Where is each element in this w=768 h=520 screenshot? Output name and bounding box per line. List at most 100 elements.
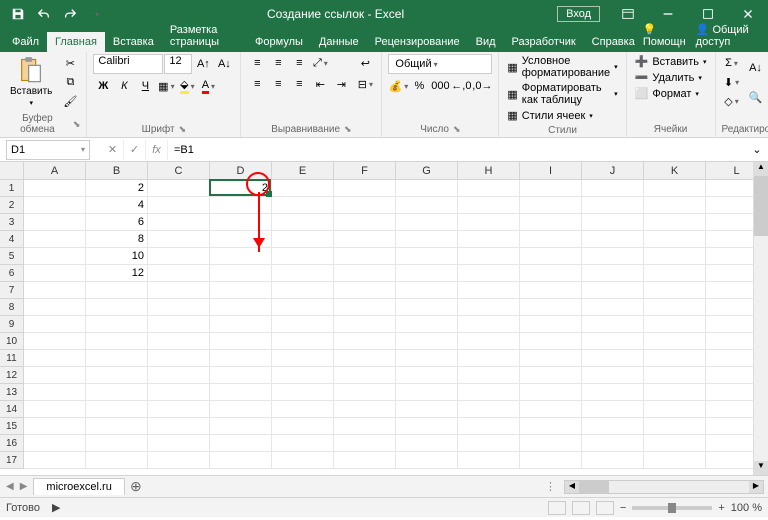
cell[interactable]: 10 [86, 248, 148, 265]
cell[interactable]: 2 [86, 180, 148, 197]
cell[interactable] [644, 333, 706, 350]
font-color-icon[interactable]: А [198, 77, 218, 95]
qat-customize-icon[interactable] [84, 2, 108, 26]
cell[interactable] [644, 180, 706, 197]
border-icon[interactable]: ▦ [156, 77, 176, 95]
cell[interactable] [582, 282, 644, 299]
cell[interactable] [334, 316, 396, 333]
cell[interactable] [644, 248, 706, 265]
scroll-right-icon[interactable]: ▶ [749, 481, 763, 493]
cell[interactable] [520, 384, 582, 401]
cell-styles-button[interactable]: ▦Стили ячеек▾ [505, 108, 619, 123]
cell[interactable] [86, 333, 148, 350]
insert-cells-button[interactable]: ➕Вставить▾ [633, 54, 709, 69]
scroll-thumb-vertical[interactable] [754, 176, 768, 236]
cell[interactable] [148, 265, 210, 282]
row-header[interactable]: 7 [0, 282, 24, 299]
row-header[interactable]: 11 [0, 350, 24, 367]
cell[interactable] [644, 197, 706, 214]
decrease-font-icon[interactable]: A↓ [214, 55, 234, 73]
name-box[interactable]: D1▾ [6, 140, 90, 160]
cell[interactable] [210, 350, 272, 367]
scroll-down-icon[interactable]: ▼ [754, 461, 768, 475]
row-header[interactable]: 9 [0, 316, 24, 333]
cell[interactable] [396, 367, 458, 384]
cell[interactable] [458, 197, 520, 214]
cell[interactable] [396, 282, 458, 299]
format-painter-icon[interactable]: 🖌 [60, 92, 80, 110]
paste-button[interactable]: Вставить ▾ [6, 54, 56, 109]
zoom-level[interactable]: 100 % [731, 502, 762, 514]
clear-icon[interactable]: ◇ [722, 92, 742, 110]
cell[interactable] [582, 401, 644, 418]
cell[interactable] [210, 282, 272, 299]
cell[interactable] [86, 299, 148, 316]
cell[interactable] [458, 384, 520, 401]
row-header[interactable]: 17 [0, 452, 24, 469]
cell[interactable] [644, 435, 706, 452]
font-name-select[interactable]: Calibri [93, 54, 163, 74]
cell[interactable] [148, 435, 210, 452]
cell[interactable] [334, 282, 396, 299]
cell[interactable] [86, 367, 148, 384]
cell[interactable] [334, 265, 396, 282]
merge-icon[interactable]: ⊟ [355, 75, 375, 93]
cell[interactable] [334, 350, 396, 367]
cell[interactable] [24, 316, 86, 333]
cell[interactable] [644, 350, 706, 367]
cell[interactable] [24, 333, 86, 350]
cell[interactable] [458, 418, 520, 435]
col-header[interactable]: E [272, 162, 334, 180]
comma-icon[interactable]: 000 [430, 77, 450, 95]
cell[interactable] [210, 435, 272, 452]
cell[interactable] [458, 452, 520, 469]
cell[interactable] [458, 350, 520, 367]
cell[interactable] [272, 452, 334, 469]
cell[interactable] [334, 248, 396, 265]
cell[interactable] [396, 214, 458, 231]
cell[interactable] [24, 367, 86, 384]
cell[interactable] [582, 197, 644, 214]
cell[interactable] [210, 214, 272, 231]
cell[interactable] [520, 282, 582, 299]
cell[interactable] [24, 214, 86, 231]
cell[interactable] [334, 367, 396, 384]
row-header[interactable]: 12 [0, 367, 24, 384]
find-select-icon[interactable]: 🔍 [746, 83, 766, 111]
row-header[interactable]: 14 [0, 401, 24, 418]
cell[interactable] [582, 231, 644, 248]
cell[interactable] [272, 265, 334, 282]
cell[interactable] [86, 418, 148, 435]
macro-record-icon[interactable]: ▶ [52, 501, 60, 514]
bold-icon[interactable]: Ж [93, 77, 113, 95]
row-header[interactable]: 3 [0, 214, 24, 231]
cell[interactable] [148, 401, 210, 418]
cell[interactable] [396, 231, 458, 248]
percent-icon[interactable]: % [409, 77, 429, 95]
cell[interactable] [210, 333, 272, 350]
cell[interactable] [24, 401, 86, 418]
align-center-icon[interactable]: ≡ [268, 75, 288, 93]
zoom-in-icon[interactable]: + [718, 502, 724, 514]
cell[interactable] [210, 418, 272, 435]
cell[interactable] [520, 333, 582, 350]
cell[interactable] [520, 180, 582, 197]
cell[interactable] [210, 367, 272, 384]
col-header[interactable]: F [334, 162, 396, 180]
row-header[interactable]: 10 [0, 333, 24, 350]
cell[interactable] [644, 282, 706, 299]
align-middle-icon[interactable]: ≡ [268, 54, 288, 72]
vertical-scrollbar[interactable]: ▲ ▼ [753, 162, 768, 475]
cell[interactable] [86, 316, 148, 333]
cell[interactable]: 2 [210, 180, 272, 197]
sheet-nav-next-icon[interactable]: ▶ [20, 481, 28, 492]
row-header[interactable]: 8 [0, 299, 24, 316]
format-as-table-button[interactable]: ▦Форматировать как таблицу▾ [505, 81, 619, 107]
cell[interactable] [582, 418, 644, 435]
cell[interactable] [644, 231, 706, 248]
increase-decimal-icon[interactable]: ←,0 [451, 77, 471, 95]
cell[interactable] [458, 282, 520, 299]
cell[interactable] [396, 180, 458, 197]
col-header[interactable]: B [86, 162, 148, 180]
cell[interactable] [520, 316, 582, 333]
